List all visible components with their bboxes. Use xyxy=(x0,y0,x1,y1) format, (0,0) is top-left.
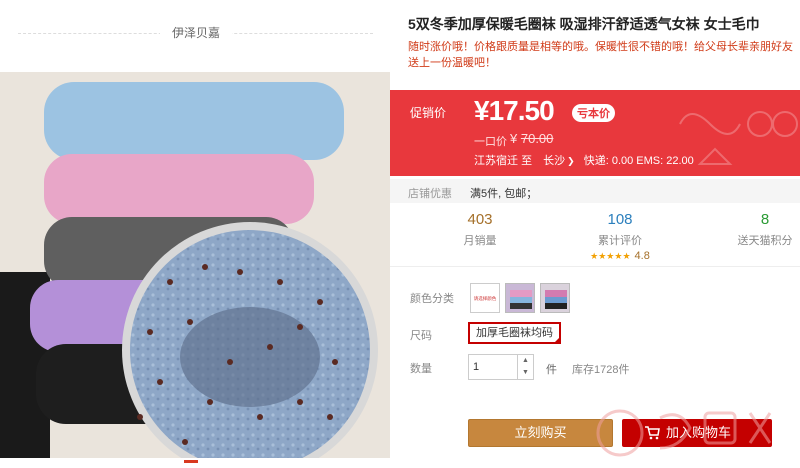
points: 8 送天猫积分 xyxy=(705,211,800,248)
product-main-image[interactable] xyxy=(0,72,390,458)
size-option-selected[interactable]: 加厚毛圈袜均码 xyxy=(468,322,561,344)
shipping-fee: 快递: 0.00 EMS: 22.00 xyxy=(583,155,694,167)
store-promo: 店铺优惠 满5件, 包邮； xyxy=(390,179,800,203)
swatch-1-text: 请选择颜色 xyxy=(473,296,497,302)
ship-to: 至 xyxy=(521,155,533,167)
quantity-input[interactable]: 1 xyxy=(468,354,518,380)
sales-stats: 403 月销量 108 累计评价 ★★★★★ 4.8 8 送天猫积分 xyxy=(390,205,800,267)
shop-header: 伊泽贝嘉 xyxy=(18,18,373,48)
monthly-sales-value: 403 xyxy=(467,211,493,228)
product-gallery: 伊泽贝嘉 xyxy=(0,0,390,468)
color-swatch-2[interactable] xyxy=(505,283,535,313)
chevron-down-icon: ❯ xyxy=(567,156,575,166)
rating-score: 4.8 xyxy=(634,250,650,262)
destination-value: 长沙 xyxy=(543,155,566,167)
quantity-label: 数量 xyxy=(410,363,432,375)
monthly-sales-label: 月销量 xyxy=(463,235,497,247)
points-label: 送天猫积分 xyxy=(737,235,793,247)
reviews[interactable]: 108 累计评价 ★★★★★ 4.8 xyxy=(560,211,680,262)
swatch-2-image xyxy=(506,284,534,312)
product-subtitle: 随时涨价哦！价格跟质量是相等的哦。保暖性很不错的哦！给父母长辈亲朋好友送上一份温… xyxy=(408,41,793,69)
increment-arrow-icon[interactable]: ▲ xyxy=(518,355,533,367)
size-label: 尺码 xyxy=(410,330,432,342)
socks-image xyxy=(0,72,390,458)
product-title: 5双冬季加厚保暖毛圈袜 吸湿排汗舒适透气女袜 女士毛巾 xyxy=(408,16,760,32)
watermark-logo-icon xyxy=(596,409,772,457)
price-badge: 亏本价 xyxy=(572,104,615,122)
points-value: 8 xyxy=(760,211,770,228)
color-swatch-1[interactable]: 请选择颜色 xyxy=(470,283,500,313)
star-icon: ★★★★★ xyxy=(590,251,631,261)
rating: ★★★★★ 4.8 xyxy=(560,250,680,262)
price-panel: 促销价 ¥17.50 亏本价 一口价 ¥ 70.00 江苏宿迁 至 长沙 ❯ 快递… xyxy=(390,90,800,176)
color-label: 颜色分类 xyxy=(410,293,454,305)
size-option-label: 加厚毛圈袜均码 xyxy=(476,327,553,339)
promo-price: ¥17.50 xyxy=(474,95,555,126)
promo-label: 店铺优惠 xyxy=(408,188,452,200)
quantity-stepper[interactable]: ▲ ▼ xyxy=(518,354,534,380)
destination-select[interactable]: 长沙 ❯ xyxy=(543,155,575,167)
quantity-unit: 件 xyxy=(546,364,557,376)
color-swatch-3[interactable] xyxy=(540,283,570,313)
promo-price-label: 促销价 xyxy=(410,106,447,120)
original-price-symbol: ¥ xyxy=(510,131,518,146)
monthly-sales: 403 月销量 xyxy=(420,211,540,248)
shop-name[interactable]: 伊泽贝嘉 xyxy=(160,24,233,41)
ship-origin: 江苏宿迁 xyxy=(474,155,518,167)
swatch-3-image xyxy=(541,284,569,312)
selected-check-icon xyxy=(553,336,561,344)
product-info: 5双冬季加厚保暖毛圈袜 吸湿排汗舒适透气女袜 女士毛巾 随时涨价哦！价格跟质量是… xyxy=(390,0,800,468)
gallery-indicator xyxy=(184,460,198,468)
reviews-label: 累计评价 xyxy=(598,235,642,247)
stock-count: 库存1728件 xyxy=(572,364,630,376)
original-price-label: 一口价 xyxy=(474,136,507,148)
decrement-arrow-icon[interactable]: ▼ xyxy=(518,367,533,379)
original-price: ¥ 70.00 xyxy=(510,131,553,146)
original-price-value: 70.00 xyxy=(520,131,554,146)
shipping-info: 江苏宿迁 至 长沙 ❯ 快递: 0.00 EMS: 22.00 xyxy=(474,152,694,168)
reviews-value: 108 xyxy=(607,211,633,228)
promo-text: 满5件, 包邮； xyxy=(470,188,538,200)
product-page: 伊泽贝嘉 5双冬季加厚保暖毛圈袜 吸湿排汗舒适透气女袜 女士毛巾 随时涨价哦！价… xyxy=(0,0,800,468)
